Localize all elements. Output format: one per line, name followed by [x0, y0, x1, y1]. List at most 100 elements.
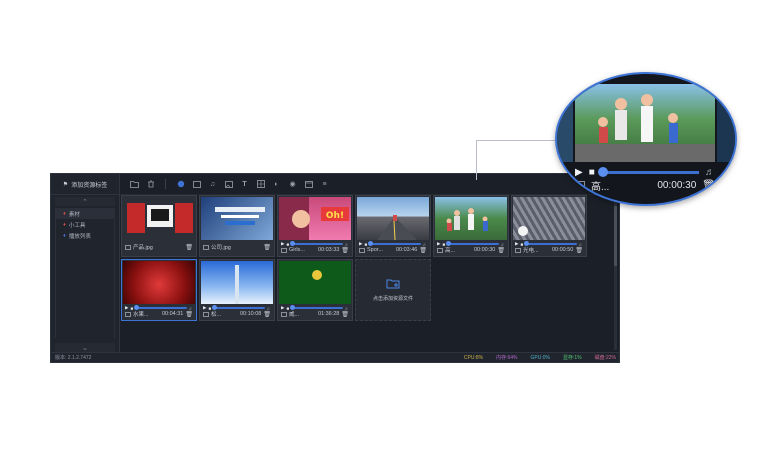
- trash-icon[interactable]: 🗑: [263, 244, 271, 251]
- resource-card[interactable]: 公司.jpg 🗑: [199, 195, 275, 257]
- sidebar-item-label: 素材: [68, 211, 80, 218]
- file-name: 产品.jpg: [133, 245, 153, 251]
- sidebar-item-playlist[interactable]: ♦ 播放列表: [56, 230, 114, 241]
- trash-icon[interactable]: 🗑: [575, 247, 583, 254]
- resource-card[interactable]: 产品.jpg 🗑: [121, 195, 197, 257]
- video-icon[interactable]: [176, 180, 185, 188]
- resource-card[interactable]: ▶ ■ ♬ 高... 00:00:30 🗑: [433, 195, 509, 257]
- stream-icon[interactable]: ≡: [320, 180, 329, 188]
- toolbar: ♫ T ◐ ◉ ≡: [120, 174, 619, 195]
- stop-icon[interactable]: ■: [589, 167, 595, 178]
- resource-card[interactable]: ▶ ■ ♬ 光电... 00:00:50 🗑: [511, 195, 587, 257]
- card-meta: Spor... 00:03:46 🗑: [359, 246, 427, 254]
- duration: 00:10:08: [239, 311, 262, 317]
- progress-slider[interactable]: [446, 241, 499, 246]
- adjacent-thumbnail: [557, 84, 573, 162]
- folder-add-icon[interactable]: [130, 180, 139, 188]
- zoomed-card-meta: 高... 00:00:30 🗑: [575, 178, 715, 193]
- scroll-up-button[interactable]: ⌃: [55, 197, 115, 206]
- card-meta: Girls... 00:03:33 🗑: [281, 246, 349, 254]
- add-resource-tag-button[interactable]: ⚑ 添加资源标签: [51, 174, 119, 195]
- trash-icon[interactable]: 🗑: [341, 247, 349, 254]
- progress-slider[interactable]: [134, 305, 187, 310]
- scrollbar-thumb[interactable]: [614, 206, 617, 266]
- add-resource-button[interactable]: 点击添加资源文件: [355, 259, 431, 321]
- sidebar-item-label: 播放列表: [68, 233, 91, 240]
- trash-icon[interactable]: 🗑: [497, 247, 505, 254]
- vertical-scrollbar[interactable]: [614, 196, 617, 350]
- add-resource-label: 点击添加资源文件: [372, 296, 413, 302]
- scroll-down-button[interactable]: ⌄: [55, 343, 115, 352]
- audio-icon[interactable]: ◐: [272, 180, 281, 188]
- vram-usage: 显存:1%: [562, 355, 582, 361]
- zoomed-thumbnail: [575, 84, 715, 162]
- card-meta: 高... 00:00:30 🗑: [437, 246, 505, 254]
- tag-icon: ♦: [63, 232, 66, 239]
- tag-list: ♦ 素材 ♦ 小工具 ♦ 播放列表: [55, 208, 115, 338]
- music-icon[interactable]: ♫: [208, 180, 217, 188]
- gpu-usage: GPU:0%: [530, 354, 550, 361]
- duration: 00:00:50: [551, 247, 574, 253]
- resource-grid: 产品.jpg 🗑 公司.jpg 🗑 Oh! ▶ ■ ♬ Girls... 00:…: [120, 194, 614, 354]
- file-name: 水果...: [133, 312, 149, 318]
- file-name: 高...: [591, 181, 610, 193]
- folder-add-icon: [386, 278, 400, 292]
- duration: 00:03:33: [317, 247, 340, 253]
- globe-icon[interactable]: ◉: [288, 180, 297, 188]
- toolbar-divider: [165, 179, 166, 189]
- resource-card[interactable]: Oh! ▶ ■ ♬ Girls... 00:03:33 🗑: [277, 195, 353, 257]
- thumbnail: Oh!: [279, 197, 351, 240]
- resource-card[interactable]: ▶ ■ ♬ Spor... 00:03:46 🗑: [355, 195, 431, 257]
- volume-icon[interactable]: ♬: [705, 167, 715, 178]
- svg-text:Oh!: Oh!: [326, 211, 344, 221]
- resource-card[interactable]: ▶ ■ ♬ 水果... 00:04:31 🗑: [121, 259, 197, 321]
- trash-icon[interactable]: 🗑: [185, 311, 193, 318]
- card-meta: 公司.jpg 🗑: [203, 243, 271, 251]
- thumbnail: [201, 197, 273, 240]
- trash-icon[interactable]: [146, 180, 155, 188]
- play-icon[interactable]: ▶: [575, 167, 583, 178]
- trash-icon[interactable]: 🗑: [185, 244, 193, 251]
- trash-icon[interactable]: 🗑: [702, 180, 715, 191]
- tag-icon: ♦: [63, 210, 66, 217]
- progress-slider[interactable]: [524, 241, 577, 246]
- progress-slider[interactable]: [597, 166, 699, 177]
- trash-icon[interactable]: 🗑: [263, 311, 271, 318]
- duration: 01:36:28: [317, 311, 340, 317]
- progress-knob[interactable]: [597, 166, 608, 177]
- sidebar: ⚑ 添加资源标签 ⌃ ♦ 素材 ♦ 小工具 ♦ 播放列表 ⌄: [51, 174, 120, 354]
- zoom-magnifier: ▶ ■ ♬ 高... 00:00:30 🗑: [555, 72, 737, 206]
- resource-card[interactable]: ▶ ■ ♬ 威... 01:36:28 🗑: [277, 259, 353, 321]
- duration: 00:00:30: [473, 247, 496, 253]
- picture-icon[interactable]: [224, 180, 233, 188]
- file-name: 高...: [445, 248, 456, 254]
- card-meta: 产品.jpg 🗑: [125, 243, 193, 251]
- text-icon[interactable]: T: [240, 180, 249, 188]
- window-icon[interactable]: [304, 180, 313, 188]
- chevron-up-icon: ⌃: [82, 198, 88, 206]
- progress-slider[interactable]: [368, 241, 421, 246]
- file-name: 公司.jpg: [211, 245, 231, 251]
- grid-icon[interactable]: [256, 180, 265, 188]
- progress-slider[interactable]: [212, 305, 265, 310]
- video-icon: [437, 247, 443, 253]
- progress-slider[interactable]: [290, 241, 343, 246]
- image-icon: [125, 244, 131, 250]
- trash-icon[interactable]: 🗑: [419, 247, 427, 254]
- sidebar-item-widgets[interactable]: ♦ 小工具: [56, 219, 114, 230]
- thumbnail: [513, 197, 585, 240]
- progress-slider[interactable]: [290, 305, 343, 310]
- thumbnail: [201, 261, 273, 304]
- video-icon: [515, 247, 521, 253]
- sidebar-item-material[interactable]: ♦ 素材: [56, 208, 114, 219]
- file-name: 松...: [211, 312, 222, 318]
- trash-icon[interactable]: 🗑: [341, 311, 349, 318]
- tag-icon: ♦: [63, 221, 66, 228]
- file-name: Spor...: [367, 247, 383, 253]
- sidebar-item-label: 小工具: [68, 222, 86, 229]
- resource-card[interactable]: ▶ ■ ♬ 松... 00:10:08 🗑: [199, 259, 275, 321]
- callout-connector: [476, 140, 556, 141]
- card-meta: 光电... 00:00:50 🗑: [515, 246, 583, 254]
- memory-usage: 内存:64%: [496, 355, 518, 361]
- image-icon[interactable]: [192, 180, 201, 188]
